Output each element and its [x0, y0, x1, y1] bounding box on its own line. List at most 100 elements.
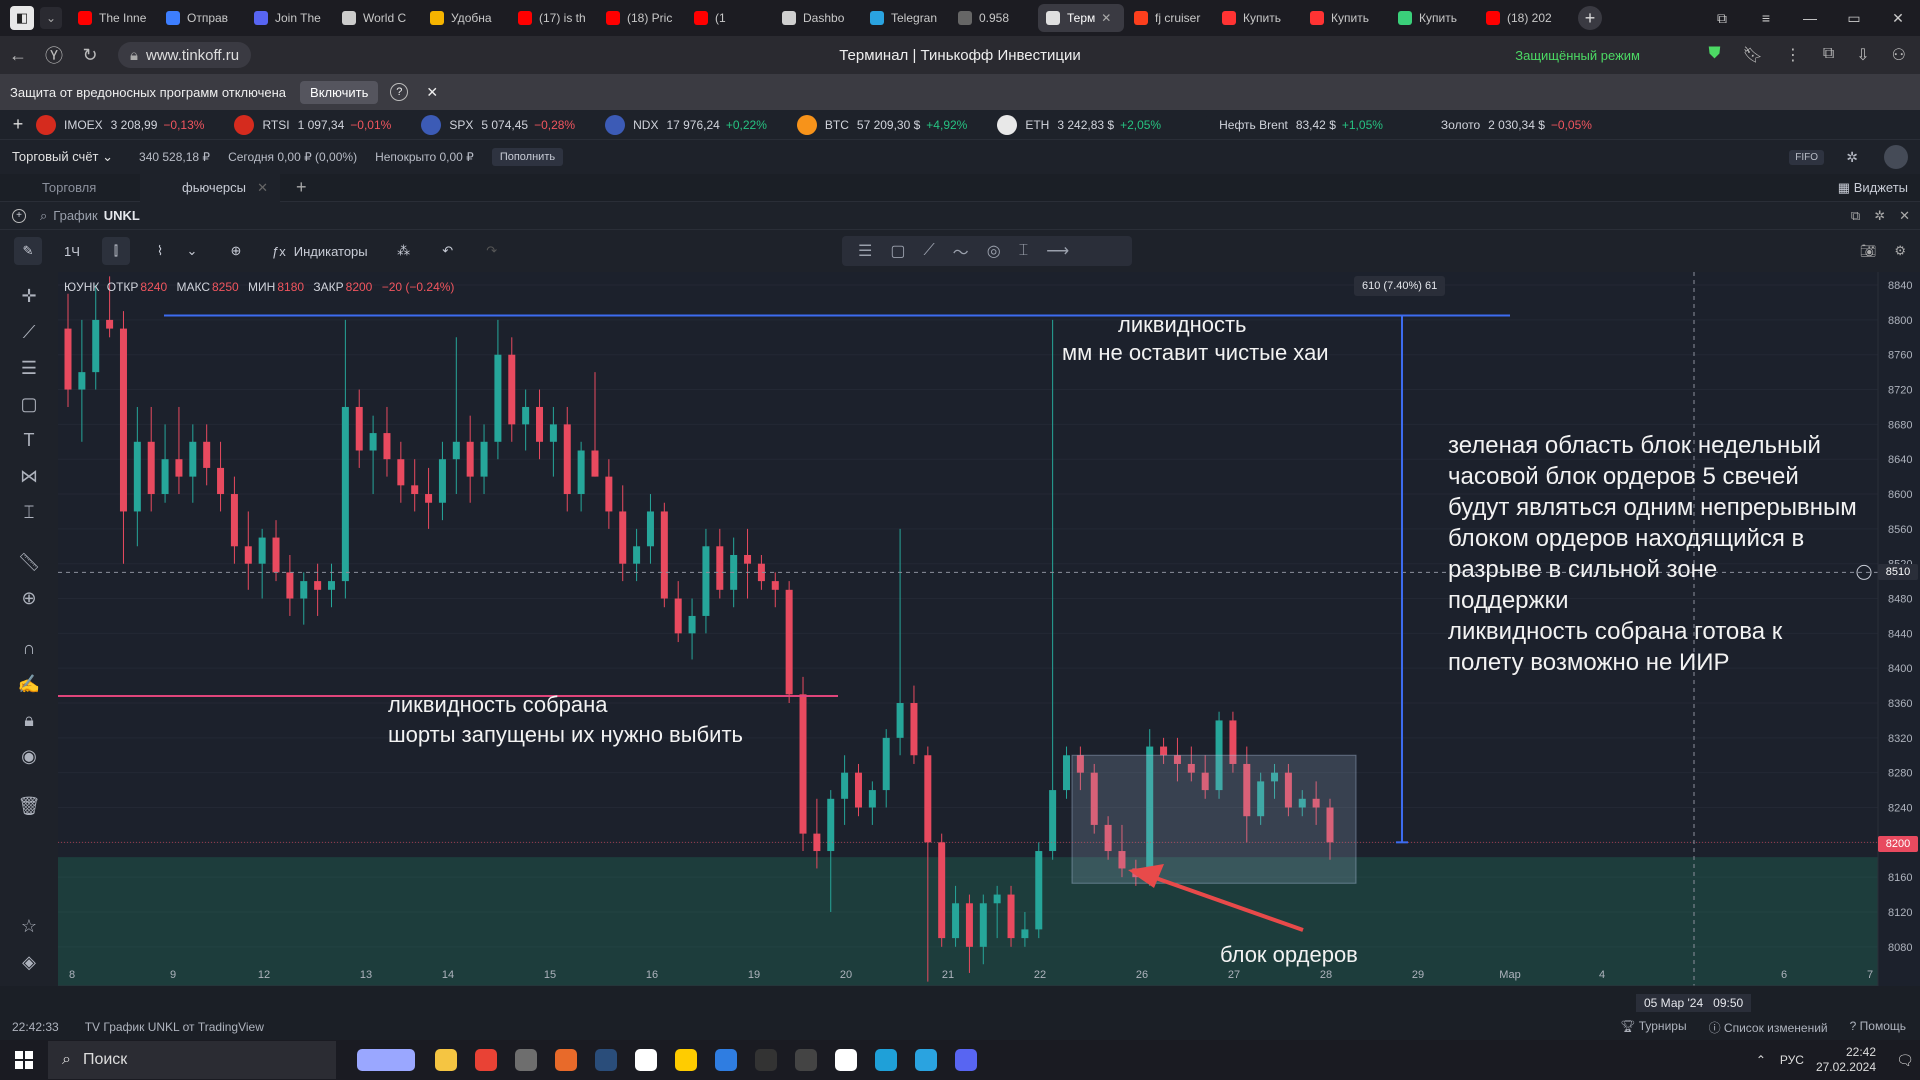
- browser-tab[interactable]: The Inne: [70, 4, 156, 32]
- draw-mode-icon[interactable]: ✍: [15, 670, 43, 698]
- candle-body[interactable]: [536, 406, 544, 442]
- candle-body[interactable]: [799, 694, 807, 834]
- tournaments-link[interactable]: 🏆︎ Турниры: [1620, 1019, 1686, 1036]
- candle-body[interactable]: [841, 772, 849, 799]
- trash-icon[interactable]: 🗑︎: [15, 792, 43, 820]
- candle-body[interactable]: [591, 450, 599, 477]
- candle-body[interactable]: [64, 328, 72, 390]
- projection-icon[interactable]: ⌶: [15, 498, 43, 526]
- candle-body[interactable]: [938, 842, 946, 939]
- browser-tab[interactable]: Купить: [1302, 4, 1388, 32]
- bookmark-icon[interactable]: 🔖︎: [1743, 45, 1763, 65]
- candle-body[interactable]: [688, 615, 696, 634]
- account-selector[interactable]: Торговый счёт ⌄: [12, 149, 113, 165]
- candle-body[interactable]: [646, 511, 654, 547]
- candle-body[interactable]: [563, 424, 571, 495]
- candle-body[interactable]: [341, 406, 349, 582]
- widget-close-icon[interactable]: ✕: [1899, 208, 1910, 224]
- candle-body[interactable]: [577, 450, 585, 495]
- fifo-badge[interactable]: FIFO: [1789, 149, 1824, 165]
- changelog-link[interactable]: ⓘ Список изменений: [1709, 1019, 1828, 1036]
- help-link[interactable]: ? Помощь: [1850, 1019, 1906, 1036]
- candle-body[interactable]: [119, 328, 127, 512]
- clock[interactable]: 22:42 27.02.2024: [1816, 1045, 1876, 1075]
- close-tab-icon[interactable]: ✕: [1101, 11, 1111, 25]
- yandex-icon[interactable]: Ⓨ: [36, 42, 72, 68]
- settings-icon[interactable]: ✲: [1846, 149, 1858, 166]
- chrome-icon[interactable]: [466, 1040, 506, 1080]
- browser-tab[interactable]: (1: [686, 4, 772, 32]
- annotation-liquidity-left-1[interactable]: ликвидность собрана: [388, 690, 608, 720]
- browser-tab[interactable]: Отправ: [158, 4, 244, 32]
- candle-body[interactable]: [744, 554, 752, 564]
- candle-body[interactable]: [1063, 755, 1071, 791]
- candle-body[interactable]: [1021, 929, 1029, 939]
- extensions-icon[interactable]: ⧉: [1823, 45, 1834, 65]
- annotation-liquidity-top-1[interactable]: ликвидность: [1118, 310, 1247, 340]
- annotation-right-block[interactable]: зеленая область блок недельный часовой бл…: [1448, 430, 1857, 678]
- camera-icon[interactable]: 📷︎: [1860, 243, 1877, 259]
- trendline-tool-icon[interactable]: ⟋: [15, 318, 43, 346]
- lines-icon[interactable]: ☰: [858, 241, 872, 261]
- candle-body[interactable]: [106, 319, 114, 329]
- candle-body[interactable]: [355, 406, 363, 451]
- candle-body[interactable]: [314, 581, 322, 590]
- shape-icon[interactable]: ▢: [15, 390, 43, 418]
- language-indicator[interactable]: РУС: [1780, 1053, 1804, 1067]
- discord-icon[interactable]: [946, 1040, 986, 1080]
- fib-icon[interactable]: ☰: [15, 354, 43, 382]
- candle-body[interactable]: [92, 319, 100, 373]
- candle-body[interactable]: [244, 546, 252, 564]
- wot-icon[interactable]: [786, 1040, 826, 1080]
- ticker-item[interactable]: BTC 57 209,30 $ +4,92%: [796, 114, 967, 135]
- lock-drawings-icon[interactable]: 🔒︎: [15, 706, 43, 734]
- widget-settings-icon[interactable]: ✲: [1874, 208, 1885, 224]
- browser-tab[interactable]: Dashbo: [774, 4, 860, 32]
- rectangle-icon[interactable]: ▢: [890, 241, 905, 261]
- candle-body[interactable]: [896, 703, 904, 738]
- url-field[interactable]: 🔒︎ www.tinkoff.ru: [118, 42, 252, 68]
- candle-body[interactable]: [175, 459, 183, 477]
- redo-icon[interactable]: ↷: [478, 237, 506, 265]
- order-block-rectangle[interactable]: [1071, 754, 1357, 884]
- cat-widget-icon[interactable]: [346, 1040, 426, 1080]
- measure-icon[interactable]: ⌶: [1019, 242, 1029, 260]
- avatar[interactable]: [1884, 145, 1908, 169]
- candle-body[interactable]: [466, 441, 474, 477]
- candle-body[interactable]: [965, 903, 973, 947]
- candle-body[interactable]: [619, 511, 627, 564]
- shield-icon[interactable]: ⛊: [1708, 45, 1720, 65]
- candle-body[interactable]: [660, 511, 668, 599]
- ruler-icon[interactable]: 📏︎: [15, 548, 43, 576]
- candle-body[interactable]: [771, 581, 779, 590]
- calculator-icon[interactable]: [506, 1040, 546, 1080]
- candle-body[interactable]: [383, 433, 391, 460]
- candle-body[interactable]: [411, 485, 419, 495]
- browser-tab[interactable]: World C: [334, 4, 420, 32]
- candle-body[interactable]: [674, 598, 682, 634]
- candle-body[interactable]: [494, 354, 502, 442]
- candle-body[interactable]: [882, 737, 890, 791]
- reload-button[interactable]: ↻: [72, 45, 108, 66]
- taskbar-search[interactable]: ⌕ Поиск: [48, 1041, 336, 1079]
- chart-type-icon[interactable]: ⌇: [146, 237, 174, 265]
- browser-tab[interactable]: Telegran: [862, 4, 948, 32]
- candle-body[interactable]: [549, 424, 557, 442]
- start-button[interactable]: [0, 1051, 48, 1069]
- candle-body[interactable]: [868, 790, 876, 808]
- zoom-icon[interactable]: ⊕: [15, 584, 43, 612]
- yandex-browser-icon[interactable]: [666, 1040, 706, 1080]
- compare-icon[interactable]: ⊕: [222, 237, 250, 265]
- ticker-item[interactable]: NDX 17 976,24 +0,22%: [605, 114, 767, 135]
- tab-futures[interactable]: фьючерсы ✕: [140, 173, 280, 202]
- candle-body[interactable]: [452, 441, 460, 460]
- candle-body[interactable]: [480, 441, 488, 477]
- new-tab-button[interactable]: +: [1578, 6, 1602, 30]
- candle-body[interactable]: [605, 476, 613, 512]
- undo-icon[interactable]: ↶: [434, 237, 462, 265]
- back-button[interactable]: ←: [0, 45, 36, 66]
- eye-icon[interactable]: ◉: [15, 742, 43, 770]
- menu-icon[interactable]: ≡: [1744, 10, 1788, 27]
- collections-icon[interactable]: ⧉: [1700, 10, 1744, 27]
- magnet-icon[interactable]: ∩: [15, 634, 43, 662]
